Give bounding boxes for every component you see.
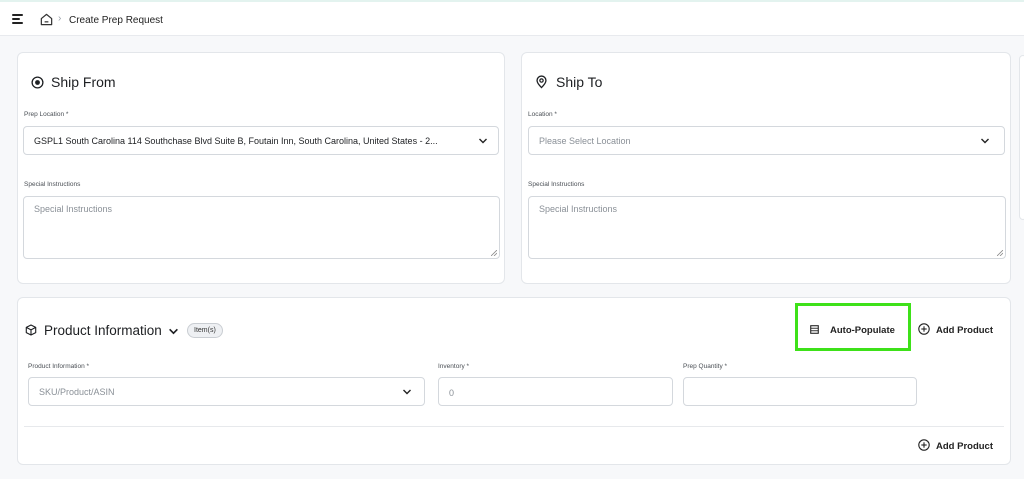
ship-from-card: Ship From Prep Location * GSPL1 South Ca… (17, 52, 505, 284)
plus-circle-icon[interactable] (918, 323, 930, 335)
home-icon[interactable] (39, 12, 54, 27)
top-bar: › Create Prep Request (0, 0, 1024, 36)
ship-from-instructions-label: Special Instructions (24, 181, 81, 188)
product-information-title: Product Information (44, 323, 162, 338)
ship-to-instructions-label: Special Instructions (528, 181, 585, 188)
product-information-card: Product Information Item(s) Auto-Populat… (17, 297, 1011, 465)
map-pin-icon (536, 75, 547, 89)
chevron-down-icon[interactable] (168, 327, 179, 336)
product-divider (24, 426, 1004, 427)
prep-location-select[interactable]: GSPL1 South Carolina 114 Southchase Blvd… (23, 126, 499, 155)
chevron-down-icon (479, 138, 487, 144)
spreadsheet-icon[interactable] (810, 325, 819, 334)
ship-from-title: Ship From (51, 74, 116, 90)
chevron-down-icon (981, 138, 989, 144)
ship-to-instructions-placeholder: Special Instructions (539, 204, 618, 214)
prep-quantity-label: Prep Quantity * (683, 363, 728, 370)
add-product-bottom-button[interactable]: Add Product (936, 441, 993, 452)
prep-location-value: GSPL1 South Carolina 114 Southchase Blvd… (34, 136, 438, 146)
prep-location-label: Prep Location * (24, 111, 69, 118)
inventory-input[interactable]: 0 (438, 377, 673, 406)
menu-icon[interactable] (10, 12, 26, 26)
ship-to-title: Ship To (556, 74, 603, 90)
ship-from-instructions-input[interactable]: Special Instructions (23, 196, 500, 259)
radio-target-icon (31, 76, 44, 89)
product-field-label: Product Information * (28, 363, 90, 370)
side-panel-edge (1019, 55, 1024, 220)
items-badge: Item(s) (187, 323, 223, 338)
product-placeholder: SKU/Product/ASIN (39, 387, 115, 397)
ship-to-instructions-input[interactable]: Special Instructions (528, 196, 1006, 259)
resize-handle-icon[interactable] (491, 250, 497, 256)
breadcrumb-title: Create Prep Request (69, 15, 163, 26)
ship-from-instructions-placeholder: Special Instructions (34, 204, 113, 214)
ship-to-location-select[interactable]: Please Select Location (528, 126, 1005, 155)
product-select[interactable]: SKU/Product/ASIN (28, 377, 425, 406)
chevron-down-icon (403, 389, 411, 395)
ship-to-location-placeholder: Please Select Location (539, 136, 631, 146)
cube-icon (25, 324, 37, 336)
breadcrumb-chevron-icon: › (58, 13, 62, 24)
add-product-button[interactable]: Add Product (936, 325, 993, 336)
prep-quantity-input[interactable] (683, 377, 917, 406)
auto-populate-button[interactable]: Auto-Populate (830, 325, 895, 336)
plus-circle-icon[interactable] (918, 439, 930, 451)
ship-to-card: Ship To Location * Please Select Locatio… (521, 52, 1011, 284)
ship-to-location-label: Location * (528, 111, 557, 118)
resize-handle-icon[interactable] (997, 250, 1003, 256)
inventory-value: 0 (449, 388, 455, 398)
inventory-label: Inventory * (438, 363, 470, 370)
